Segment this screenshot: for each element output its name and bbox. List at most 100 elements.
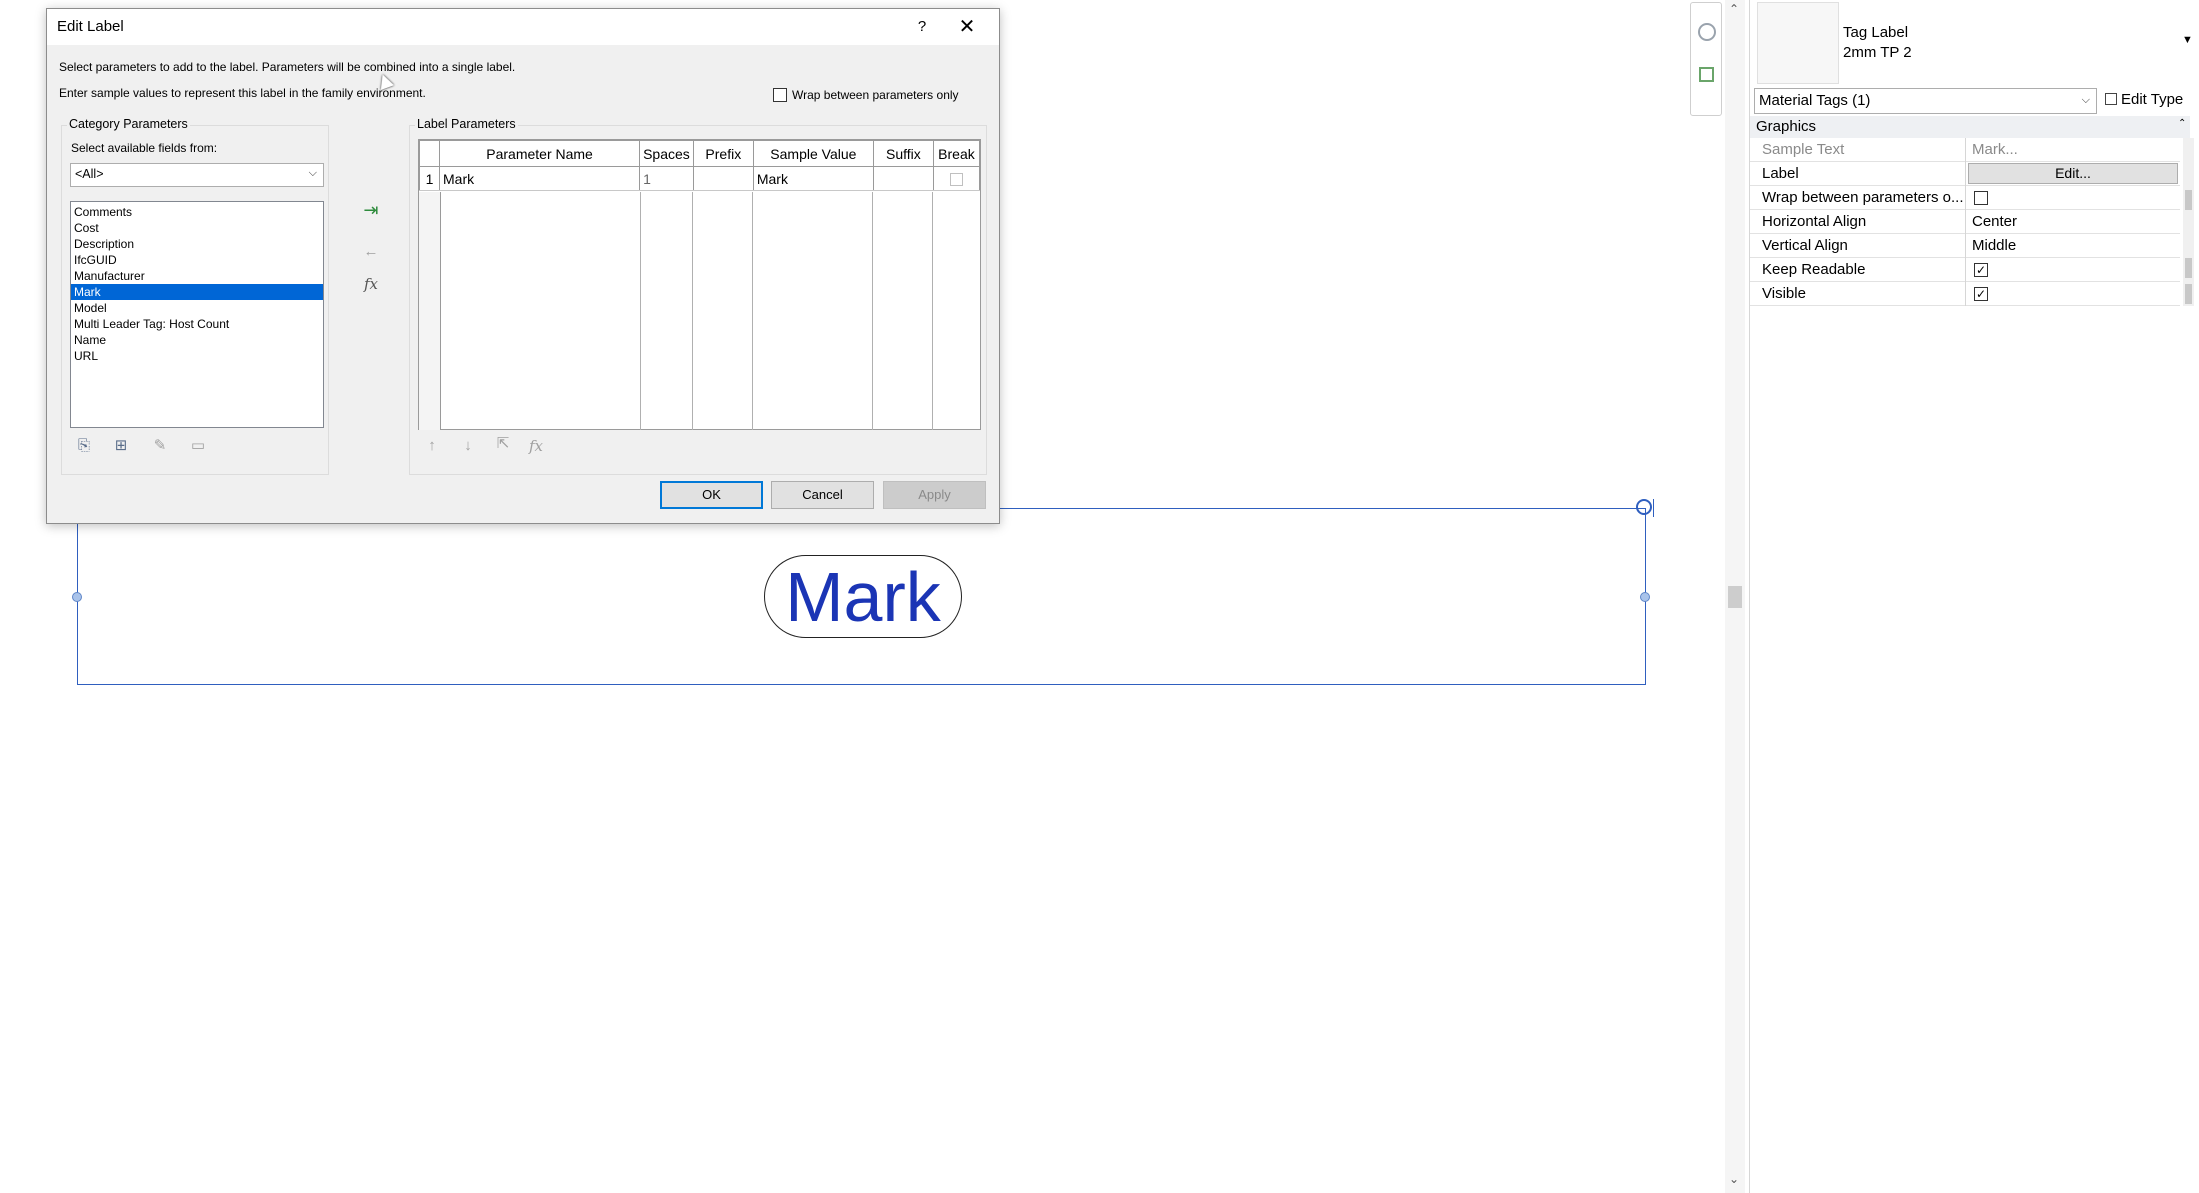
table-row[interactable]: 1 Mark 1 Mark <box>419 166 981 191</box>
right-grip[interactable] <box>1640 592 1650 602</box>
wrap-checkbox-label: Wrap between parameters only <box>792 88 959 102</box>
navigation-bar <box>1690 2 1722 116</box>
scroll-thumb[interactable] <box>1728 586 1742 608</box>
close-icon[interactable]: ✕ <box>947 13 987 41</box>
wrap-checkbox[interactable] <box>773 88 787 102</box>
ok-button[interactable]: OK <box>660 481 763 509</box>
property-name: Sample Text <box>1762 141 1845 158</box>
list-item[interactable]: Model <box>71 300 323 316</box>
new-parameter-icon[interactable]: ⎘ <box>73 435 95 457</box>
cell-spaces[interactable]: 1 <box>639 166 694 191</box>
property-name: Visible <box>1762 285 1806 302</box>
instance-filter-value: Material Tags (1) <box>1759 92 1871 109</box>
tag-label-text[interactable]: Mark <box>764 555 962 638</box>
scroll-down-icon[interactable]: ⌄ <box>1729 1172 1739 1186</box>
property-name: Keep Readable <box>1762 261 1866 278</box>
property-name: Vertical Align <box>1762 237 1848 254</box>
type-selector-dropdown-icon[interactable]: ▼ <box>2182 34 2193 46</box>
rotate-grip-icon[interactable] <box>1636 499 1652 515</box>
fields-from-value: <All> <box>75 167 104 181</box>
property-value[interactable]: Middle <box>1972 237 2016 254</box>
collapse-icon[interactable]: ⌃ <box>2178 118 2186 129</box>
col-spaces[interactable]: Spaces <box>639 140 694 167</box>
scroll-marker <box>2185 258 2192 278</box>
graphics-section-header[interactable]: Graphics ⌃ <box>1750 116 2190 138</box>
scroll-marker <box>2185 190 2192 210</box>
col-prefix[interactable]: Prefix <box>692 140 754 167</box>
cell-sample-value[interactable]: Mark <box>752 166 874 191</box>
cancel-button[interactable]: Cancel <box>771 481 874 509</box>
list-item[interactable]: Mark <box>71 284 323 300</box>
steering-wheel-icon[interactable] <box>1698 23 1716 41</box>
text-cursor <box>1653 499 1654 517</box>
list-item[interactable]: URL <box>71 348 323 364</box>
scroll-marker <box>2185 284 2192 304</box>
type-name: Tag Label <box>1843 24 1909 41</box>
canvas-scrollbar[interactable]: ⌃ ⌄ <box>1725 0 1745 1193</box>
property-name: Wrap between parameters o... <box>1762 189 1964 206</box>
type-subname: 2mm TP 2 <box>1843 44 1912 61</box>
available-fields-list[interactable]: Comments Cost Description IfcGUID Manufactur… <box>70 201 324 428</box>
properties-scrollbar[interactable] <box>2183 138 2194 306</box>
edit-label-dialog: Edit Label ? ✕ Select parameters to add … <box>46 8 1000 524</box>
property-row[interactable]: Wrap between parameters o... <box>1750 186 2180 210</box>
property-row[interactable]: Visible ✓ <box>1750 282 2180 306</box>
move-down-icon: ↓ <box>464 437 472 454</box>
property-row[interactable]: Sample Text Mark... <box>1750 138 2180 162</box>
property-row[interactable]: Horizontal Align Center <box>1750 210 2180 234</box>
property-name: Label <box>1762 165 1799 182</box>
select-fields-label: Select available fields from: <box>71 141 218 155</box>
cell-break[interactable] <box>932 166 981 191</box>
list-item[interactable]: Multi Leader Tag: Host Count <box>71 316 323 332</box>
add-parameter-icon[interactable]: ⇥ <box>360 199 382 221</box>
property-checkbox[interactable]: ✓ <box>1974 263 1988 277</box>
label-parameters-title: Label Parameters <box>415 117 518 131</box>
properties-panel: Tag Label 2mm TP 2 ▼ Material Tags (1) ⌵… <box>1749 0 2199 1193</box>
list-item[interactable]: Comments <box>71 204 323 220</box>
label-parameters-grid[interactable]: Parameter Name Spaces Prefix Sample Valu… <box>418 139 981 430</box>
list-item[interactable]: Cost <box>71 220 323 236</box>
type-preview-image <box>1757 2 1839 84</box>
edit-type-label: Edit Type <box>2121 91 2184 108</box>
edit-type-button[interactable]: Edit Type <box>2105 88 2195 114</box>
dialog-titlebar[interactable]: Edit Label ? ✕ <box>47 9 999 45</box>
label-edit-button[interactable]: Edit... <box>1968 163 2178 184</box>
col-break[interactable]: Break <box>932 140 981 167</box>
apply-button: Apply <box>883 481 986 509</box>
break-checkbox[interactable] <box>949 173 963 187</box>
scroll-up-icon[interactable]: ⌃ <box>1729 2 1739 16</box>
property-row[interactable]: Keep Readable ✓ <box>1750 258 2180 282</box>
fields-from-dropdown[interactable]: <All> ⌵ <box>70 163 324 187</box>
property-row[interactable]: Label Edit... <box>1750 162 2180 186</box>
list-item[interactable]: Manufacturer <box>71 268 323 284</box>
property-value[interactable]: Center <box>1972 213 2017 230</box>
col-parameter-name[interactable]: Parameter Name <box>438 140 641 167</box>
zoom-icon[interactable] <box>1699 67 1714 82</box>
category-parameters-title: Category Parameters <box>67 117 190 131</box>
cell-suffix[interactable] <box>872 166 934 191</box>
col-suffix[interactable]: Suffix <box>872 140 934 167</box>
remove-parameter-icon: ← <box>363 243 379 260</box>
list-item[interactable]: IfcGUID <box>71 252 323 268</box>
col-sample-value[interactable]: Sample Value <box>752 140 874 167</box>
left-grip[interactable] <box>72 592 82 602</box>
property-checkbox[interactable]: ✓ <box>1974 287 1988 301</box>
cell-parameter-name[interactable]: Mark <box>438 166 641 191</box>
edit-type-icon <box>2105 93 2117 105</box>
property-checkbox[interactable] <box>1974 191 1988 205</box>
chevron-down-icon: ⌵ <box>2081 94 2090 106</box>
instance-filter-dropdown[interactable]: Material Tags (1) ⌵ <box>1754 88 2097 114</box>
delete-parameter-icon: ▭ <box>190 437 206 454</box>
property-name: Horizontal Align <box>1762 213 1867 230</box>
list-item[interactable]: Name <box>71 332 323 348</box>
list-item[interactable]: Description <box>71 236 323 252</box>
add-formula-icon[interactable]: fx <box>360 273 382 295</box>
row-header-corner <box>419 140 440 167</box>
dialog-title: Edit Label <box>57 18 124 35</box>
cell-prefix[interactable] <box>692 166 754 191</box>
property-value[interactable]: Mark... <box>1972 141 2018 158</box>
help-button[interactable]: ? <box>907 15 937 39</box>
edit-parameter-icon[interactable]: ⊞ <box>110 435 132 457</box>
property-row[interactable]: Vertical Align Middle <box>1750 234 2180 258</box>
row-number: 1 <box>419 166 440 191</box>
